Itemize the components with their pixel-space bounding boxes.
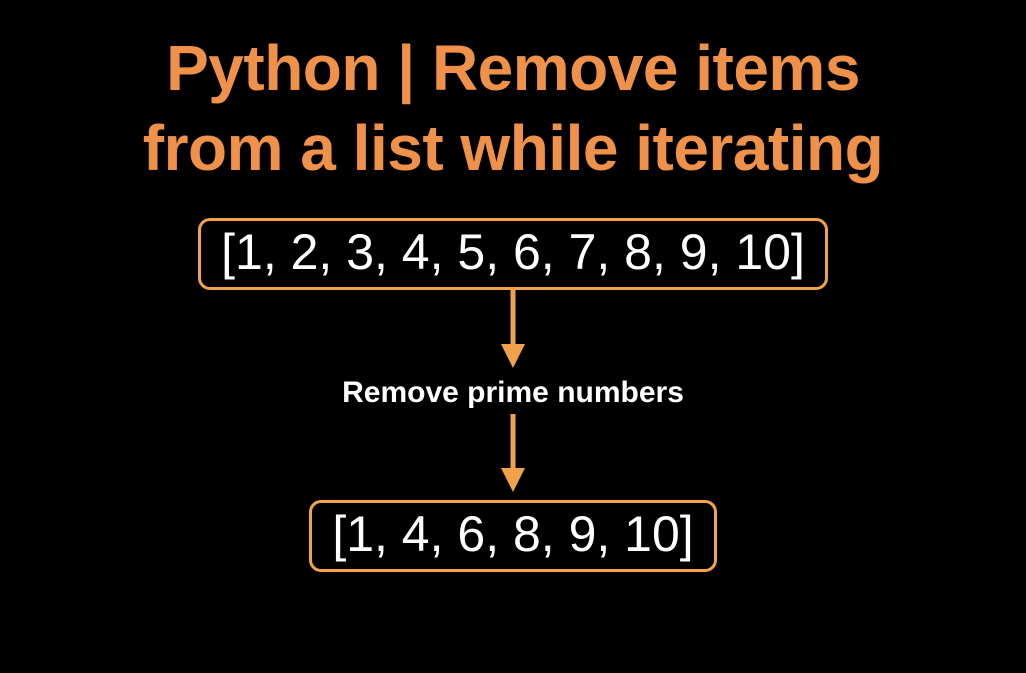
- title-line-1: Python | Remove items: [166, 32, 860, 104]
- input-list: [1, 2, 3, 4, 5, 6, 7, 8, 9, 10]: [198, 218, 828, 290]
- input-list-container: [1, 2, 3, 4, 5, 6, 7, 8, 9, 10]: [198, 218, 828, 290]
- output-list-container: [1, 4, 6, 8, 9, 10]: [309, 500, 716, 572]
- page-title: Python | Remove items from a list while …: [143, 28, 883, 188]
- title-line-2: from a list while iterating: [143, 112, 883, 184]
- arrow-down-icon: [493, 414, 533, 492]
- output-list: [1, 4, 6, 8, 9, 10]: [309, 500, 716, 572]
- arrow-label: Remove prime numbers: [342, 376, 684, 410]
- arrow-down-icon: [493, 290, 533, 368]
- flow-arrow-section: Remove prime numbers: [342, 290, 684, 492]
